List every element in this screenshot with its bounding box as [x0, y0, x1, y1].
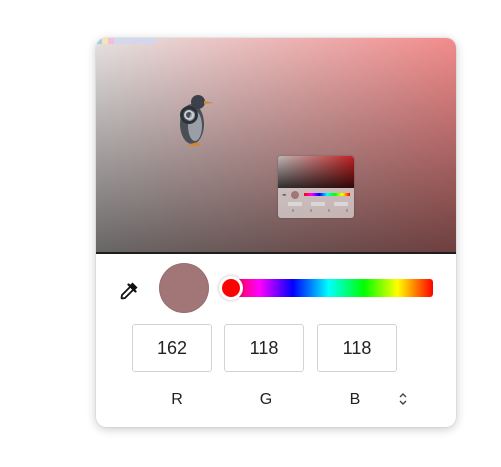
thumbnail-labels	[292, 209, 348, 212]
thumbnail-field	[311, 202, 325, 206]
thumbnail-field	[334, 202, 348, 206]
thumbnail-label	[328, 209, 330, 212]
eyedropper-button[interactable]	[118, 280, 140, 302]
hue-slider[interactable]	[224, 279, 433, 297]
thumbnail-swatch	[291, 191, 299, 199]
eyedropper-icon	[120, 282, 138, 300]
color-picker: ✒ 162 118 118 R G B	[96, 38, 456, 427]
thumbnail-label	[310, 209, 312, 212]
color-mode-toggle[interactable]	[396, 391, 410, 407]
thumbnail-color-area	[278, 156, 354, 188]
thumbnail-hue-slider	[304, 193, 350, 196]
thumbnail-field	[288, 202, 302, 206]
thumbnail-label	[292, 209, 294, 212]
decorative-strip	[96, 38, 156, 44]
green-input[interactable]: 118	[224, 324, 304, 372]
red-input[interactable]: 162	[132, 324, 212, 372]
saturation-value-area[interactable]: ✒	[96, 38, 456, 254]
thumbnail-eyedropper-icon: ✒	[282, 193, 288, 199]
hue-slider-thumb[interactable]	[219, 276, 243, 300]
thumbnail-fields	[288, 202, 348, 206]
selected-color-swatch	[159, 263, 209, 313]
thumbnail-label	[346, 209, 348, 212]
green-label: G	[259, 391, 273, 408]
blue-input[interactable]: 118	[317, 324, 397, 372]
saturation-value-cursor[interactable]	[180, 106, 198, 124]
red-label: R	[171, 391, 183, 408]
blue-label: B	[349, 391, 361, 408]
color-picker-thumbnail: ✒	[278, 156, 354, 218]
up-down-arrows-icon	[399, 393, 407, 405]
